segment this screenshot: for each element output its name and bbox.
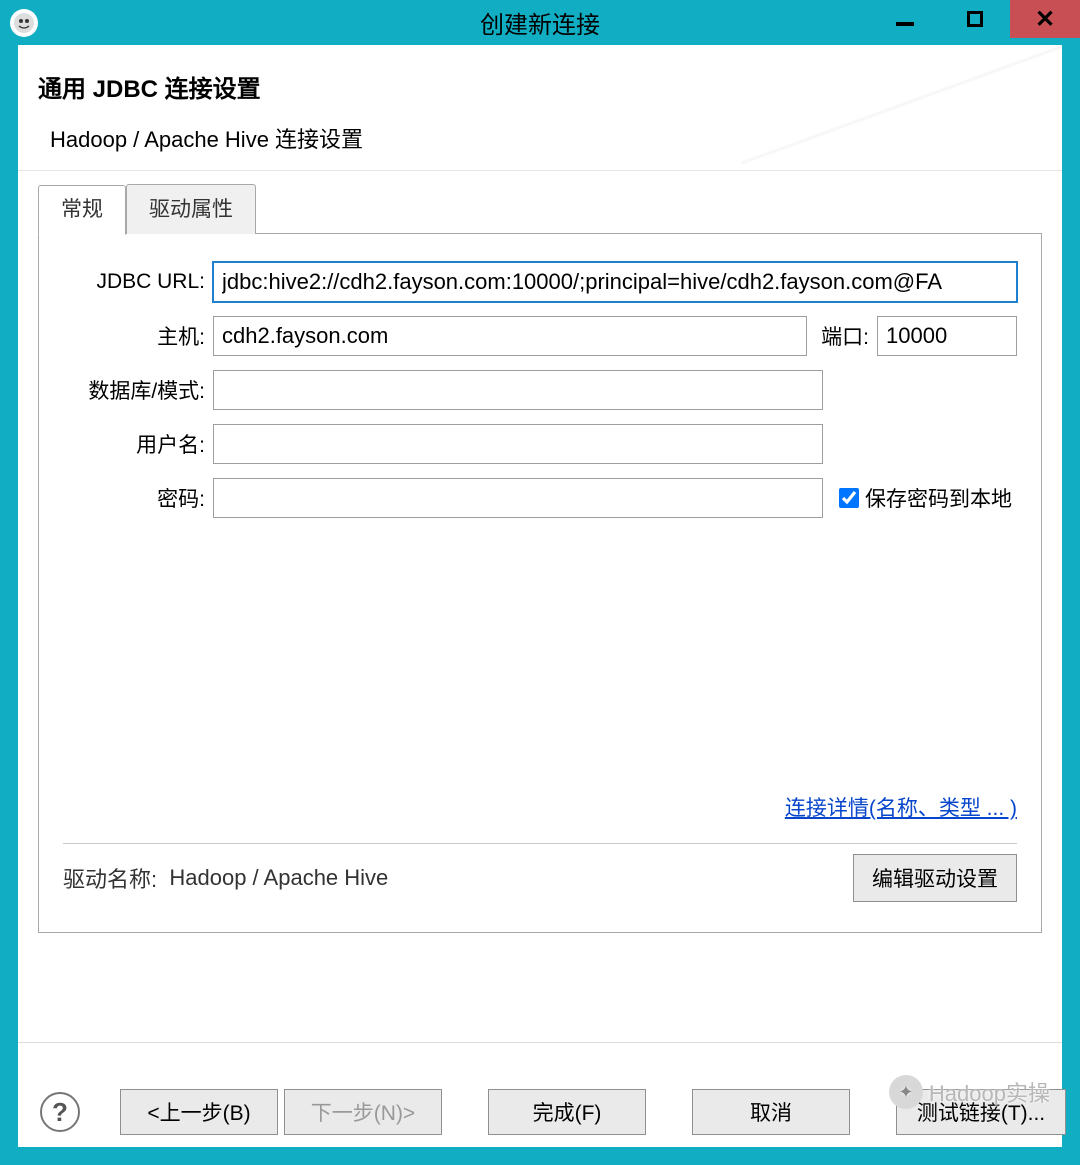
password-input[interactable] xyxy=(213,478,823,518)
connection-details-link-row: 连接详情(名称、类型 ... ) xyxy=(785,792,1017,822)
host-label: 主机: xyxy=(63,321,213,351)
database-input[interactable] xyxy=(213,370,823,410)
finish-button[interactable]: 完成(F) xyxy=(488,1089,646,1135)
database-label: 数据库/模式: xyxy=(63,375,213,405)
driver-row: 驱动名称: Hadoop / Apache Hive 编辑驱动设置 xyxy=(63,854,1017,902)
close-button[interactable]: ✕ xyxy=(1010,0,1080,38)
cancel-button[interactable]: 取消 xyxy=(692,1089,850,1135)
save-password-label: 保存密码到本地 xyxy=(865,483,1012,513)
next-button: 下一步(N)> xyxy=(284,1089,442,1135)
save-password-checkbox-row: 保存密码到本地 xyxy=(823,483,1012,513)
dialog-body: 通用 JDBC 连接设置 Hadoop / Apache Hive 连接设置 常… xyxy=(18,45,1062,1147)
app-icon xyxy=(10,9,38,37)
back-button[interactable]: <上一步(B) xyxy=(120,1089,278,1135)
tab-driver-properties[interactable]: 驱动属性 xyxy=(126,184,256,234)
connection-details-link[interactable]: 连接详情(名称、类型 ... ) xyxy=(785,797,1017,820)
help-icon[interactable]: ? xyxy=(40,1092,80,1132)
test-connection-button[interactable]: 测试链接(T)... xyxy=(896,1089,1066,1135)
driver-name-label: 驱动名称: xyxy=(63,862,157,894)
edit-driver-settings-button[interactable]: 编辑驱动设置 xyxy=(853,854,1017,902)
jdbc-url-input[interactable] xyxy=(213,262,1017,302)
window-controls: ✕ xyxy=(870,0,1080,38)
username-label: 用户名: xyxy=(63,429,213,459)
tab-panel-general: JDBC URL: 主机: 端口: 数据库/模式: 用户名: 密码: xyxy=(38,233,1042,933)
jdbc-url-label: JDBC URL: xyxy=(63,270,213,294)
panel-divider xyxy=(63,843,1017,844)
save-password-checkbox[interactable] xyxy=(839,488,859,508)
tab-container: 常规 驱动属性 JDBC URL: 主机: 端口: 数据库/模式: 用户名: xyxy=(38,183,1042,933)
dialog-header: 通用 JDBC 连接设置 Hadoop / Apache Hive 连接设置 xyxy=(18,45,1062,164)
page-title: 通用 JDBC 连接设置 xyxy=(38,69,1042,104)
driver-name-value: Hadoop / Apache Hive xyxy=(169,865,853,891)
tab-general[interactable]: 常规 xyxy=(38,185,126,235)
username-input[interactable] xyxy=(213,424,823,464)
titlebar: 创建新连接 ✕ xyxy=(0,0,1080,45)
port-input[interactable] xyxy=(877,316,1017,356)
minimize-button[interactable] xyxy=(870,0,940,38)
page-subtitle: Hadoop / Apache Hive 连接设置 xyxy=(38,122,1042,154)
password-label: 密码: xyxy=(63,483,213,513)
port-label: 端口: xyxy=(807,321,877,351)
header-divider xyxy=(18,170,1062,171)
maximize-button[interactable] xyxy=(940,0,1010,38)
host-input[interactable] xyxy=(213,316,807,356)
dialog-footer: ? <上一步(B) 下一步(N)> 完成(F) 取消 测试链接(T)... xyxy=(18,1042,1062,1147)
